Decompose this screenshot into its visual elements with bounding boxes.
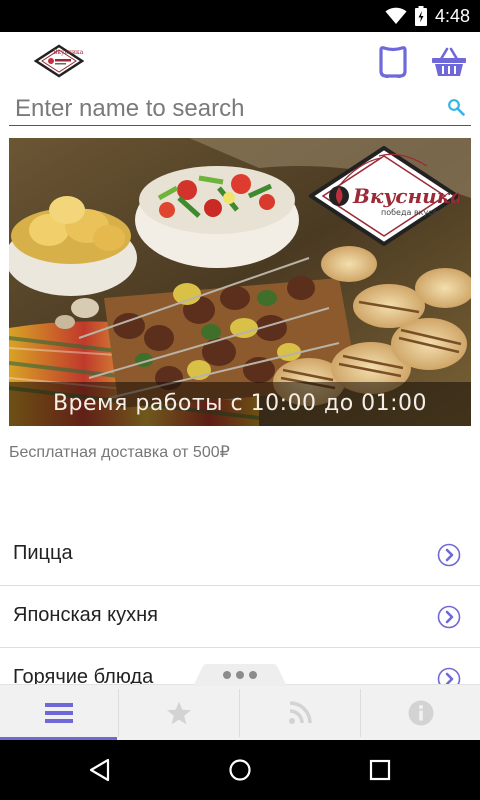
expand-handle[interactable]	[193, 664, 287, 686]
app-screen: 4:48 Вкусника Enter name to search Вкусн…	[0, 0, 480, 800]
handle-dot	[236, 671, 244, 679]
search-input[interactable]	[15, 95, 435, 123]
status-bar: 4:48	[0, 0, 480, 32]
category-label: Пицца	[13, 542, 73, 564]
wifi-icon	[385, 7, 407, 24]
logo-wordmark: Вкусника	[53, 49, 84, 56]
chevron-right-icon	[437, 543, 461, 567]
rss-icon	[289, 701, 312, 724]
status-icons: 4:48	[385, 5, 470, 27]
info-icon	[408, 700, 433, 726]
handle-dot	[249, 671, 257, 679]
category-item-pizza[interactable]: Пицца	[0, 524, 480, 586]
promo-banner[interactable]: Вкусника победа вкуса Время работы с 10:…	[9, 138, 471, 426]
banner-logo-badge: Вкусника победа вкуса	[309, 146, 459, 246]
banner-logo-tagline: победа вкуса	[381, 208, 438, 217]
tab-news[interactable]	[240, 685, 360, 741]
category-label: Японская кухня	[13, 604, 158, 626]
tab-info[interactable]	[361, 685, 480, 741]
recents-icon[interactable]	[368, 758, 392, 782]
search-icon[interactable]	[447, 98, 465, 116]
handle-dot	[223, 671, 231, 679]
home-icon[interactable]	[228, 758, 252, 782]
system-nav-bar	[0, 740, 480, 800]
tab-menu[interactable]	[0, 685, 118, 741]
back-icon[interactable]	[88, 758, 112, 782]
status-time: 4:48	[434, 5, 470, 26]
search-bar	[9, 93, 471, 126]
brand-logo[interactable]: Вкусника	[34, 44, 84, 78]
category-item-japanese[interactable]: Японская кухня	[0, 586, 480, 648]
tab-favorites[interactable]	[119, 685, 239, 741]
app-bar: Вкусника	[0, 32, 480, 92]
basket-icon	[432, 47, 466, 76]
banner-caption: Время работы с 10:00 до 01:00	[9, 382, 471, 426]
app-icon-button[interactable]	[375, 44, 411, 80]
delivery-note: Бесплатная доставка от 500₽	[9, 444, 230, 461]
app-icon	[379, 46, 407, 78]
banner-logo-wordmark: Вкусника	[352, 184, 459, 208]
chevron-right-icon	[437, 605, 461, 629]
list-icon	[45, 703, 73, 723]
bottom-tab-bar	[0, 684, 480, 741]
star-icon	[167, 701, 191, 725]
basket-button[interactable]	[431, 44, 467, 80]
battery-icon	[414, 6, 427, 26]
